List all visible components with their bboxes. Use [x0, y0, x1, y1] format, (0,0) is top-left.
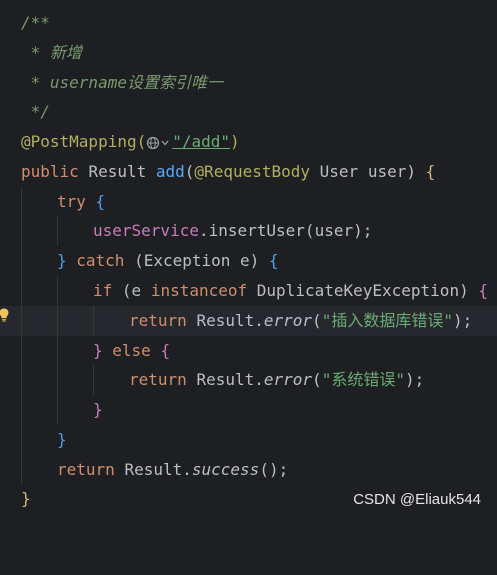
code-line[interactable]: try { — [0, 187, 497, 217]
code-line[interactable]: userService.insertUser(user); — [0, 216, 497, 246]
code-line[interactable]: } — [0, 425, 497, 455]
keyword-token: catch — [76, 251, 135, 270]
paren-token: (); — [259, 460, 289, 479]
brace-token: } — [57, 430, 67, 449]
static-method-token: error — [263, 311, 313, 330]
code-line[interactable]: } else { — [0, 336, 497, 366]
keyword-token: if — [93, 281, 122, 300]
code-line[interactable]: * username设置索引唯一 — [0, 68, 497, 98]
brace-token: } — [93, 341, 113, 360]
comment-token: /** — [21, 13, 50, 32]
code-line[interactable]: if (e instanceof DuplicateKeyException) … — [0, 276, 497, 306]
paren-token: ); — [452, 311, 473, 330]
comment-token: * 新增 — [21, 43, 82, 62]
method-name-token: add — [155, 162, 185, 181]
indent-guide — [21, 395, 22, 425]
keyword-token: return — [57, 460, 125, 479]
code-editor[interactable]: /** * 新增 * username设置索引唯一 */ @PostMappin… — [0, 0, 497, 515]
paren-token: ( — [312, 311, 322, 330]
watermark: CSDN @Eliauk544 — [353, 491, 481, 508]
comment-token: */ — [21, 102, 50, 121]
paren-token: ( — [184, 162, 195, 181]
indent-guide — [21, 216, 22, 246]
type-token: Result — [88, 162, 156, 181]
static-method-token: error — [263, 370, 313, 389]
lightbulb-icon[interactable] — [0, 307, 9, 322]
indent-guide — [57, 336, 58, 366]
indent-guide — [21, 246, 22, 276]
code-line[interactable]: return Result.error("系统错误"); — [0, 365, 497, 395]
params-token: (Exception e) — [134, 251, 269, 270]
brace-token: } — [93, 400, 103, 419]
indent-guide — [57, 306, 58, 336]
code-line[interactable]: @PostMapping( "/add") — [0, 127, 497, 157]
keyword-token: instanceof — [150, 281, 257, 300]
keyword-token: try — [57, 192, 96, 211]
indent-guide — [57, 276, 58, 306]
brace-token: { — [425, 162, 436, 181]
comment-token: * username设置索引唯一 — [21, 73, 223, 92]
brace-token: { — [95, 192, 106, 211]
indent-guide — [93, 365, 94, 395]
code-line-current[interactable]: return Result.error("插入数据库错误"); — [0, 306, 497, 336]
code-line[interactable]: } catch (Exception e) { — [0, 246, 497, 276]
brace-token: } — [57, 251, 77, 270]
brace-token: { — [478, 281, 488, 300]
keyword-token: return — [129, 370, 197, 389]
annotation-token: @RequestBody — [194, 162, 320, 181]
paren-token: ( — [312, 370, 322, 389]
code-line[interactable]: return Result.success(); — [0, 455, 497, 485]
code-line[interactable]: public Result add(@RequestBody User user… — [0, 157, 497, 187]
params-token: User user) — [319, 162, 426, 181]
code-line[interactable]: * 新增 — [0, 38, 497, 68]
code-line[interactable]: */ — [0, 97, 497, 127]
indent-guide — [21, 336, 22, 366]
string-token: "插入数据库错误" — [321, 311, 453, 330]
brace-token: } — [21, 489, 31, 508]
indent-guide — [21, 276, 22, 306]
string-token: "系统错误" — [321, 370, 405, 389]
code-line[interactable]: } — [0, 395, 497, 425]
paren-token: ) — [230, 132, 240, 151]
indent-guide — [57, 395, 58, 425]
annotation-token: @PostMapping( — [21, 132, 147, 151]
indent-guide — [21, 425, 22, 455]
indent-guide — [21, 306, 22, 336]
indent-guide — [21, 365, 22, 395]
code-line[interactable]: /** — [0, 8, 497, 38]
class-token: Result. — [196, 311, 264, 330]
web-globe-icon[interactable] — [146, 136, 172, 150]
class-token: Result. — [196, 370, 264, 389]
indent-guide — [21, 187, 22, 217]
class-token: Result. — [124, 460, 192, 479]
static-method-token: success — [191, 460, 260, 479]
keyword-token: public — [21, 162, 89, 181]
indent-guide — [93, 306, 94, 336]
url-string-token[interactable]: "/add" — [172, 132, 230, 151]
paren-token: ); — [404, 370, 425, 389]
brace-token: { — [268, 251, 279, 270]
call-token: .insertUser(user); — [198, 221, 373, 240]
brace-token: { — [160, 341, 171, 360]
indent-guide — [21, 455, 22, 485]
indent-guide — [57, 365, 58, 395]
paren-token: (e — [121, 281, 151, 300]
field-token: userService — [93, 221, 199, 240]
keyword-token: return — [129, 311, 197, 330]
indent-guide — [57, 216, 58, 246]
keyword-token: else — [112, 341, 161, 360]
type-token: DuplicateKeyException) — [256, 281, 479, 300]
